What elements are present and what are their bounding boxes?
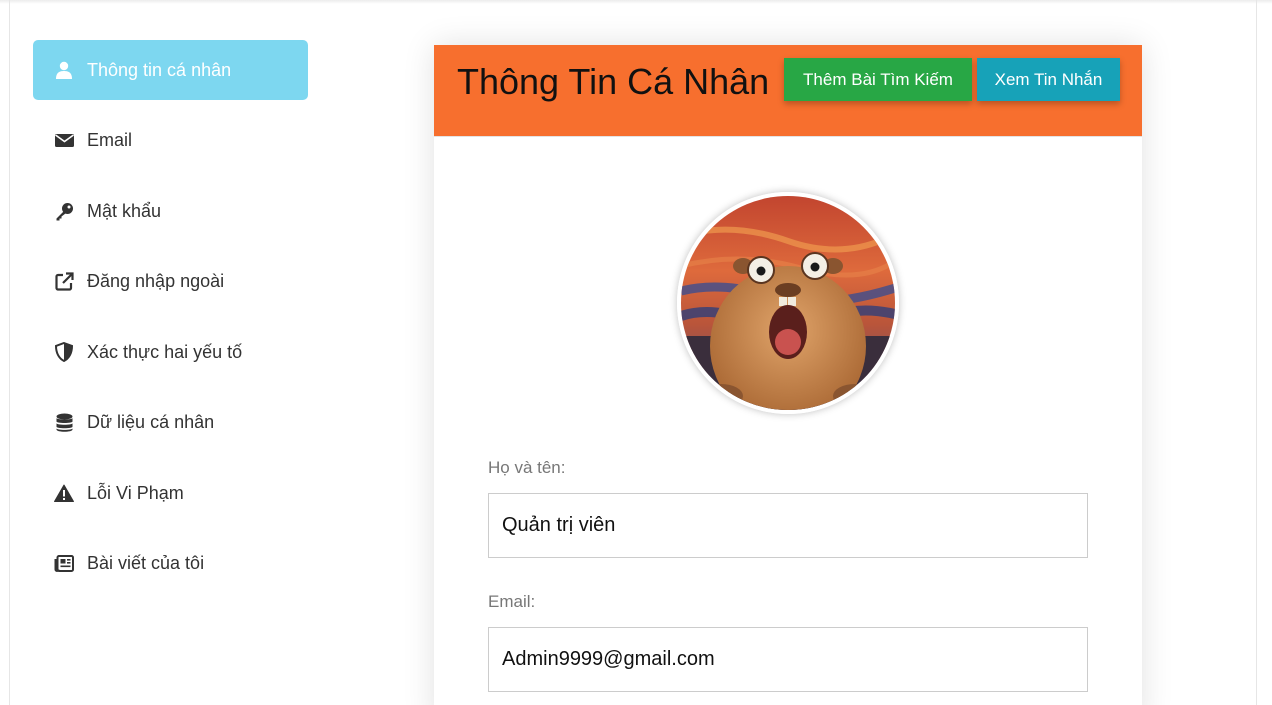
frame-border-right [1256,0,1257,705]
top-shadow [0,0,1272,4]
user-icon [53,59,75,81]
external-link-icon [53,271,75,293]
sidebar-item-personal-info[interactable]: Thông tin cá nhân [33,40,308,100]
email-label: Email: [488,592,536,611]
view-messages-button[interactable]: Xem Tin Nhắn [977,58,1120,101]
sidebar-item-label: Lỗi Vi Phạm [87,482,184,503]
avatar[interactable] [677,192,899,414]
sidebar-item-label: Thông tin cá nhân [87,59,232,80]
warning-icon [53,482,75,504]
sidebar-item-label: Đăng nhập ngoài [87,271,225,291]
fullname-input[interactable] [488,493,1088,558]
shield-icon [53,341,75,363]
newspaper-icon [53,553,75,575]
profile-card: Thông Tin Cá Nhân Thêm Bài Tìm Kiếm Xem … [434,45,1142,705]
database-icon [53,412,75,434]
sidebar-item-email[interactable]: Email [33,111,308,171]
key-icon [53,200,75,222]
add-search-post-button[interactable]: Thêm Bài Tìm Kiếm [784,58,972,101]
sidebar-item-my-posts[interactable]: Bài viết của tôi [33,534,308,594]
email-input[interactable] [488,627,1088,692]
sidebar-nav: Thông tin cá nhân Email Mật khẩu Đăng nh… [33,40,308,604]
sidebar-item-external-login[interactable]: Đăng nhập ngoài [33,252,308,312]
frame-border-left [9,0,10,705]
sidebar-item-password[interactable]: Mật khẩu [33,181,308,241]
page: Thông tin cá nhân Email Mật khẩu Đăng nh… [0,0,1272,705]
sidebar-item-label: Mật khẩu [87,200,162,221]
page-title: Thông Tin Cá Nhân [457,61,770,102]
fullname-label: Họ và tên: [488,458,566,477]
sidebar-item-two-factor[interactable]: Xác thực hai yếu tố [33,322,308,382]
sidebar-item-personal-data[interactable]: Dữ liệu cá nhân [33,393,308,453]
avatar-image [681,196,895,410]
envelope-icon [53,130,75,152]
sidebar-item-label: Bài viết của tôi [87,553,205,573]
sidebar-item-label: Email [87,130,133,150]
sidebar-item-violations[interactable]: Lỗi Vi Phạm [33,463,308,523]
sidebar-item-label: Dữ liệu cá nhân [87,412,215,432]
card-header: Thông Tin Cá Nhân Thêm Bài Tìm Kiếm Xem … [434,45,1142,137]
sidebar-item-label: Xác thực hai yếu tố [87,341,243,362]
